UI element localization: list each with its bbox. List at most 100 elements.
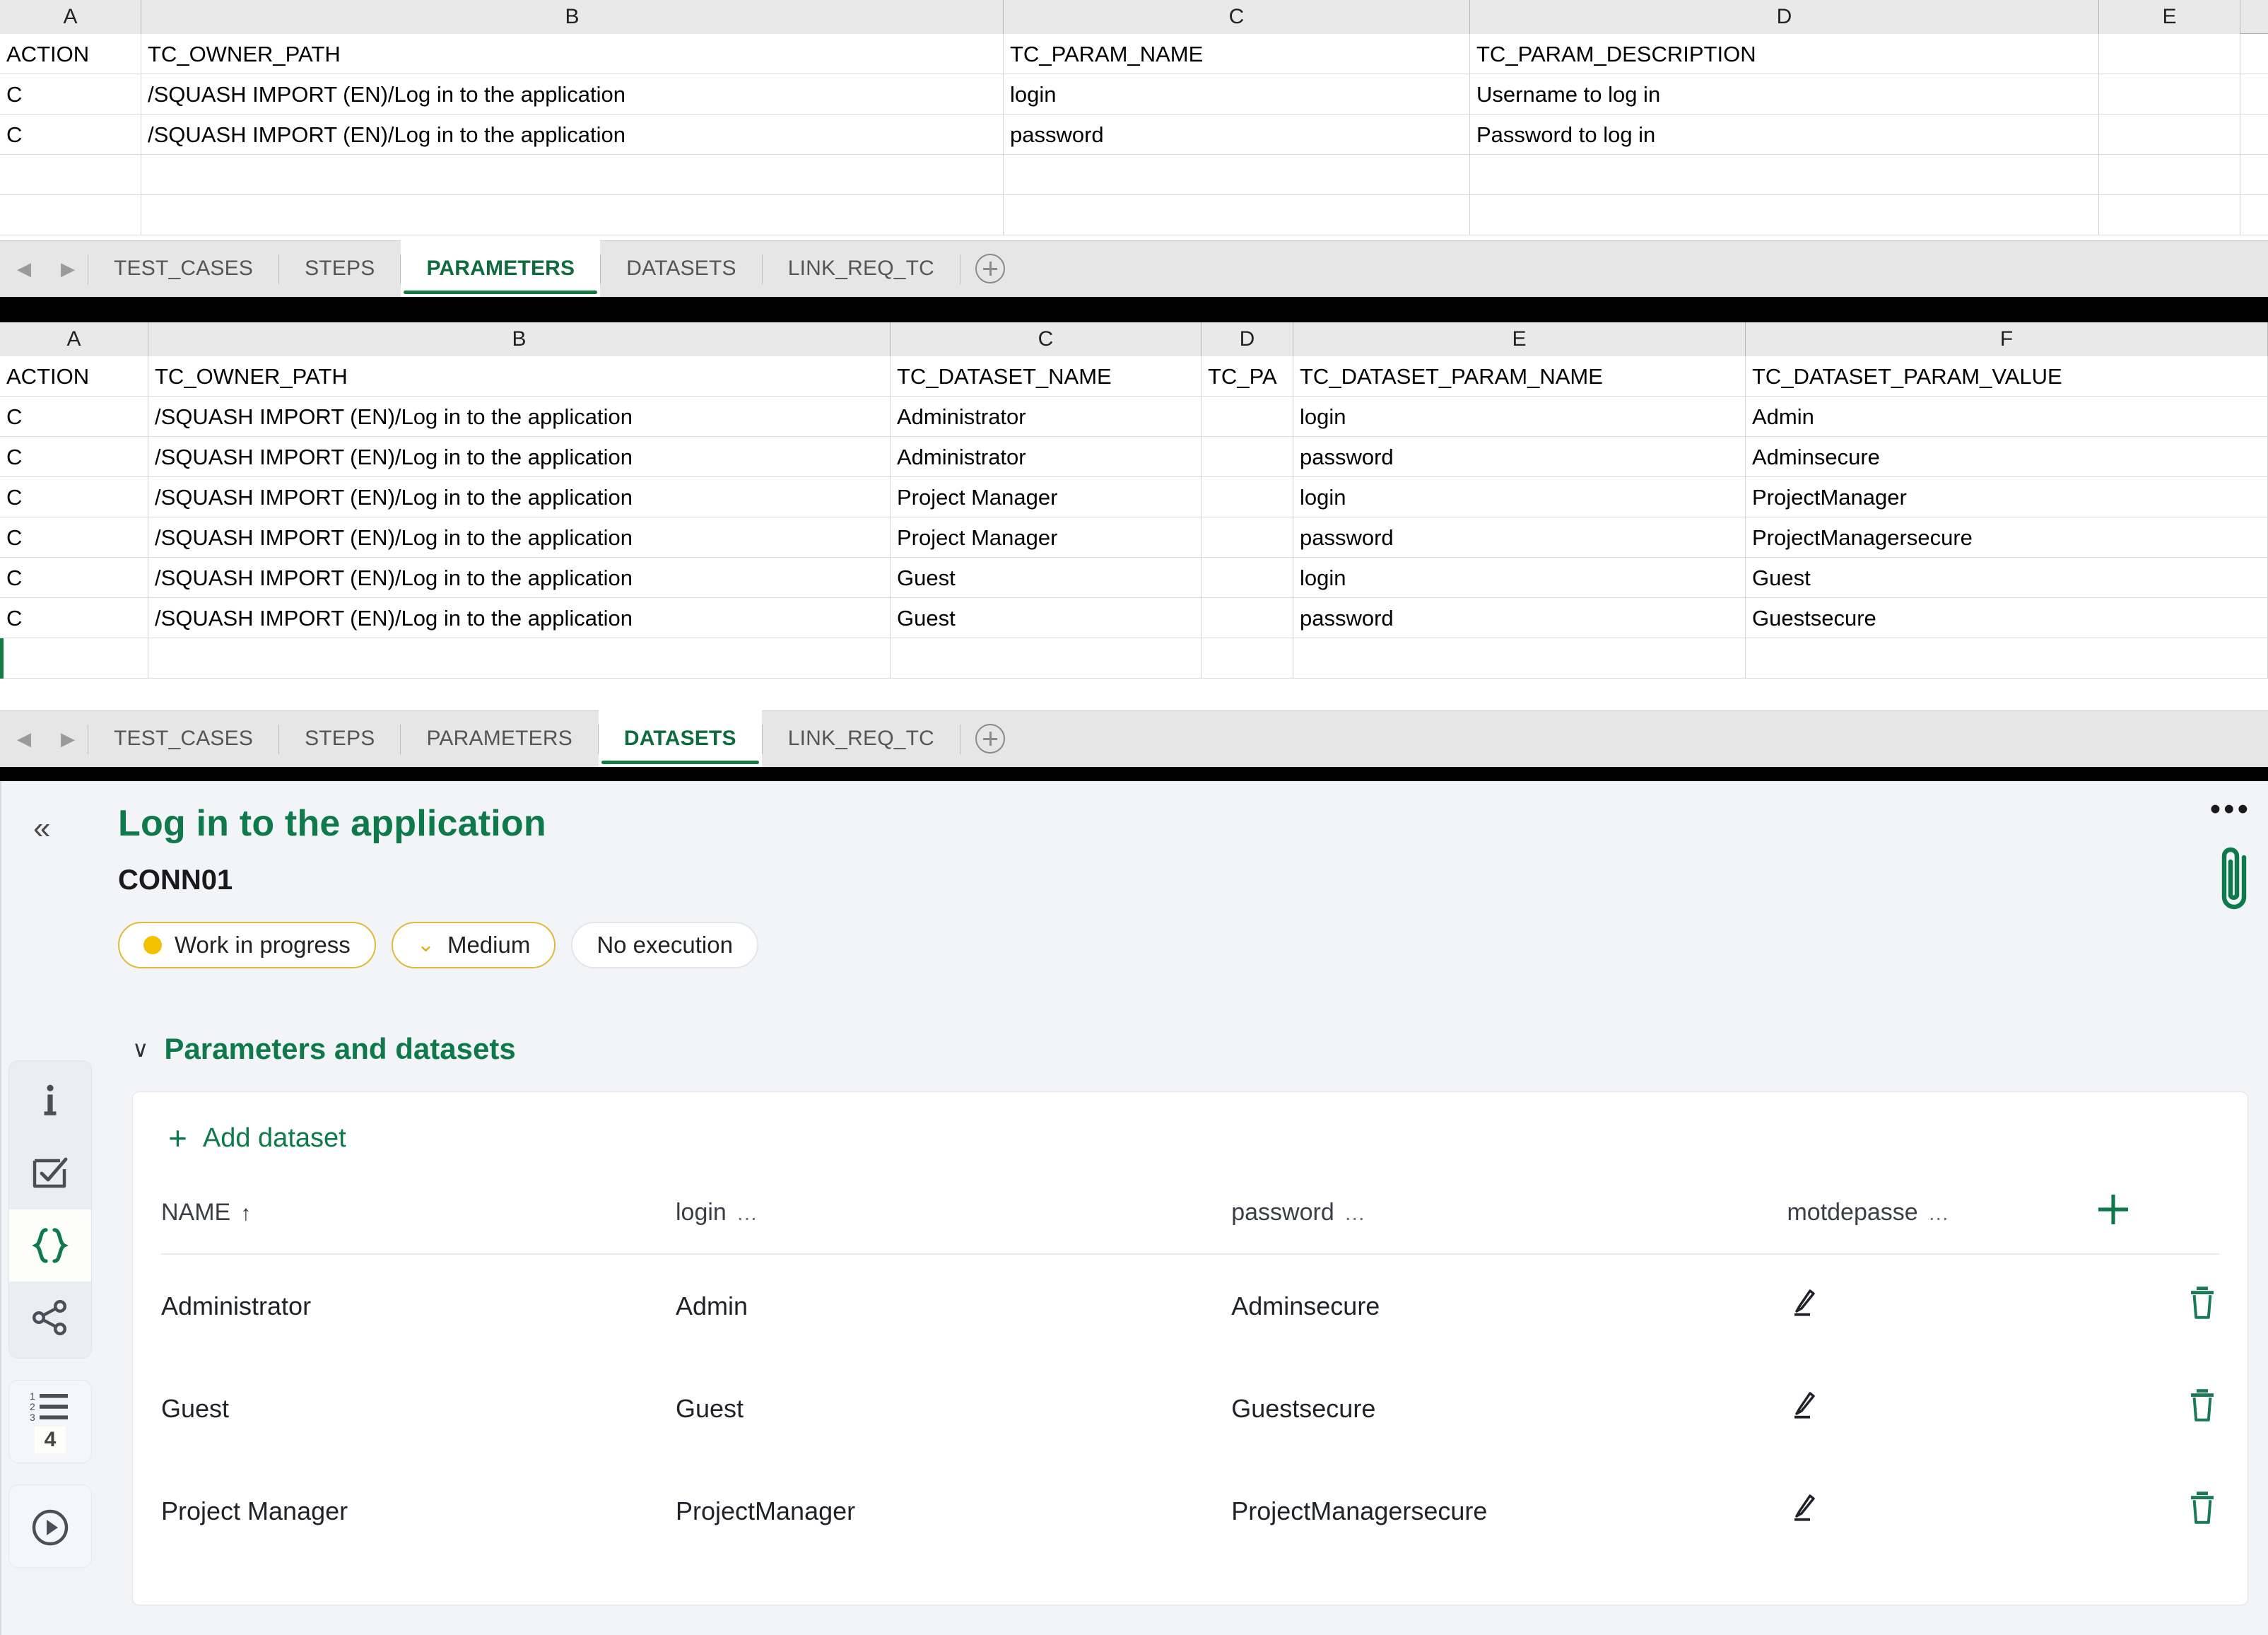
add-sheet-button[interactable]	[960, 240, 1020, 297]
add-column-button[interactable]	[2096, 1192, 2219, 1255]
column-header-login[interactable]: login…	[676, 1192, 1232, 1255]
cell-B2[interactable]: /SQUASH IMPORT (EN)/Log in to the applic…	[148, 397, 891, 437]
delete-dataset-button[interactable]	[2096, 1254, 2219, 1357]
sheet-data-row[interactable]	[0, 155, 2268, 195]
column-menu-icon[interactable]: …	[736, 1202, 760, 1225]
sidebar-item-numbered-list[interactable]: 1 2 3 4	[8, 1380, 92, 1463]
sheet-tab-parameters[interactable]: PARAMETERS	[401, 710, 597, 767]
sheet-prev-icon[interactable]: ◀	[17, 259, 31, 278]
trash-icon[interactable]	[2185, 1387, 2219, 1424]
trash-icon[interactable]	[2185, 1489, 2219, 1526]
cell-A4[interactable]	[0, 155, 141, 195]
sheet-tab-link-req-tc[interactable]: LINK_REQ_TC	[763, 710, 960, 767]
sheet-header-row[interactable]: ACTION TC_OWNER_PATH TC_DATASET_NAME TC_PA T…	[0, 356, 2268, 397]
sheet-tab-link-req-tc[interactable]: LINK_REQ_TC	[763, 240, 960, 297]
cell-D2[interactable]	[1201, 397, 1293, 437]
cell-B3[interactable]: /SQUASH IMPORT (EN)/Log in to the applic…	[141, 115, 1004, 155]
sheet-next-icon[interactable]: ▶	[61, 259, 75, 278]
sidebar-item-test-steps[interactable]	[9, 1137, 91, 1209]
cell-E3[interactable]: password	[1293, 437, 1746, 477]
cell-B1[interactable]: TC_OWNER_PATH	[141, 34, 1004, 74]
sheet-data-row[interactable]	[0, 638, 2268, 679]
cell-D4[interactable]	[1201, 477, 1293, 517]
cell-D3[interactable]: Password to log in	[1470, 115, 2099, 155]
execution-status-badge[interactable]: No execution	[571, 922, 758, 968]
sheet-data-row[interactable]: C/SQUASH IMPORT (EN)/Log in to the appli…	[0, 397, 2268, 437]
sort-ascending-icon[interactable]: ↑	[240, 1202, 251, 1225]
cell-motdepasse-value[interactable]	[1787, 1254, 2096, 1357]
column-header-D[interactable]: D	[1201, 322, 1293, 356]
table-row[interactable]: Administrator Admin Adminsecure	[161, 1254, 2219, 1357]
status-badge[interactable]: Work in progress	[118, 922, 376, 968]
column-header-motdepasse[interactable]: motdepasse…	[1787, 1192, 2096, 1255]
cell-motdepasse-value[interactable]	[1787, 1357, 2096, 1460]
edit-pencil-icon[interactable]	[1787, 1388, 1821, 1422]
cell-A2[interactable]: C	[0, 397, 148, 437]
sheet-tab-steps[interactable]: STEPS	[279, 240, 400, 297]
cell-B8[interactable]	[148, 638, 891, 679]
table-row[interactable]: Project Manager ProjectManager ProjectMana…	[161, 1460, 2219, 1562]
cell-D6[interactable]	[1201, 558, 1293, 598]
cell-A3[interactable]: C	[0, 437, 148, 477]
column-header-E[interactable]: E	[2099, 0, 2240, 34]
cell-dataset-name[interactable]: Administrator	[161, 1254, 676, 1357]
add-dataset-button[interactable]: + Add dataset	[168, 1122, 2219, 1154]
cell-A8[interactable]	[0, 638, 148, 679]
cell-F4[interactable]: ProjectManager	[1746, 477, 2268, 517]
cell-C3[interactable]: password	[1004, 115, 1470, 155]
cell-D1[interactable]: TC_PARAM_DESCRIPTION	[1470, 34, 2099, 74]
cell-C3[interactable]: Administrator	[891, 437, 1201, 477]
column-menu-icon[interactable]: …	[1928, 1202, 1951, 1225]
cell-E2[interactable]	[2099, 74, 2240, 115]
cell-B7[interactable]: /SQUASH IMPORT (EN)/Log in to the applic…	[148, 598, 891, 638]
cell-B6[interactable]: /SQUASH IMPORT (EN)/Log in to the applic…	[148, 558, 891, 598]
attachment-icon[interactable]	[2210, 843, 2255, 918]
cell-D1[interactable]: TC_PA	[1201, 356, 1293, 397]
cell-E8[interactable]	[1293, 638, 1746, 679]
sheet-tab-parameters[interactable]: PARAMETERS	[401, 240, 601, 297]
cell-E6[interactable]: login	[1293, 558, 1746, 598]
cell-A5[interactable]: C	[0, 517, 148, 558]
column-header-C[interactable]: C	[1004, 0, 1470, 34]
sheet-data-row[interactable]: C/SQUASH IMPORT (EN)/Log in to the appli…	[0, 598, 2268, 638]
cell-B4[interactable]: /SQUASH IMPORT (EN)/Log in to the applic…	[148, 477, 891, 517]
cell-E3[interactable]	[2099, 115, 2240, 155]
delete-dataset-button[interactable]	[2096, 1460, 2219, 1562]
sheet-tab-datasets[interactable]: DATASETS	[601, 240, 762, 297]
cell-E2[interactable]: login	[1293, 397, 1746, 437]
cell-C4[interactable]: Project Manager	[891, 477, 1201, 517]
section-header-parameters-and-datasets[interactable]: ∨ Parameters and datasets	[132, 1032, 2248, 1066]
sheet-nav-arrows[interactable]: ◀ ▶	[4, 710, 88, 767]
sheet-data-row[interactable]	[0, 195, 2268, 235]
column-menu-icon[interactable]: …	[1344, 1202, 1368, 1225]
sheet-data-row[interactable]: C/SQUASH IMPORT (EN)/Log in to the appli…	[0, 115, 2268, 155]
sidebar-item-execution-history[interactable]	[8, 1484, 92, 1568]
sheet-tab-datasets[interactable]: DATASETS	[598, 710, 762, 767]
sheet-next-icon[interactable]: ▶	[61, 729, 75, 748]
cell-A7[interactable]: C	[0, 598, 148, 638]
cell-A5[interactable]	[0, 195, 141, 235]
sidebar-item-information[interactable]	[9, 1065, 91, 1137]
sheet-tab-steps[interactable]: STEPS	[279, 710, 400, 767]
cell-D4[interactable]	[1470, 155, 2099, 195]
cell-B5[interactable]	[141, 195, 1004, 235]
cell-A6[interactable]: C	[0, 558, 148, 598]
table-row[interactable]: Guest Guest Guestsecure	[161, 1357, 2219, 1460]
cell-F3[interactable]: Adminsecure	[1746, 437, 2268, 477]
cell-D5[interactable]	[1201, 517, 1293, 558]
column-header-password[interactable]: password…	[1231, 1192, 1787, 1255]
cell-motdepasse-value[interactable]	[1787, 1460, 2096, 1562]
cell-D7[interactable]	[1201, 598, 1293, 638]
cell-D3[interactable]	[1201, 437, 1293, 477]
more-options-icon[interactable]: •••	[2210, 794, 2251, 825]
cell-A2[interactable]: C	[0, 74, 141, 115]
cell-E5[interactable]: password	[1293, 517, 1746, 558]
cell-password-value[interactable]: Guestsecure	[1231, 1357, 1787, 1460]
cell-C1[interactable]: TC_DATASET_NAME	[891, 356, 1201, 397]
collapse-panel-icon[interactable]: «	[33, 813, 50, 844]
cell-B3[interactable]: /SQUASH IMPORT (EN)/Log in to the applic…	[148, 437, 891, 477]
column-header-C[interactable]: C	[891, 322, 1201, 356]
cell-D5[interactable]	[1470, 195, 2099, 235]
column-header-D[interactable]: D	[1470, 0, 2099, 34]
sheet-data-row[interactable]: C/SQUASH IMPORT (EN)/Log in to the appli…	[0, 517, 2268, 558]
